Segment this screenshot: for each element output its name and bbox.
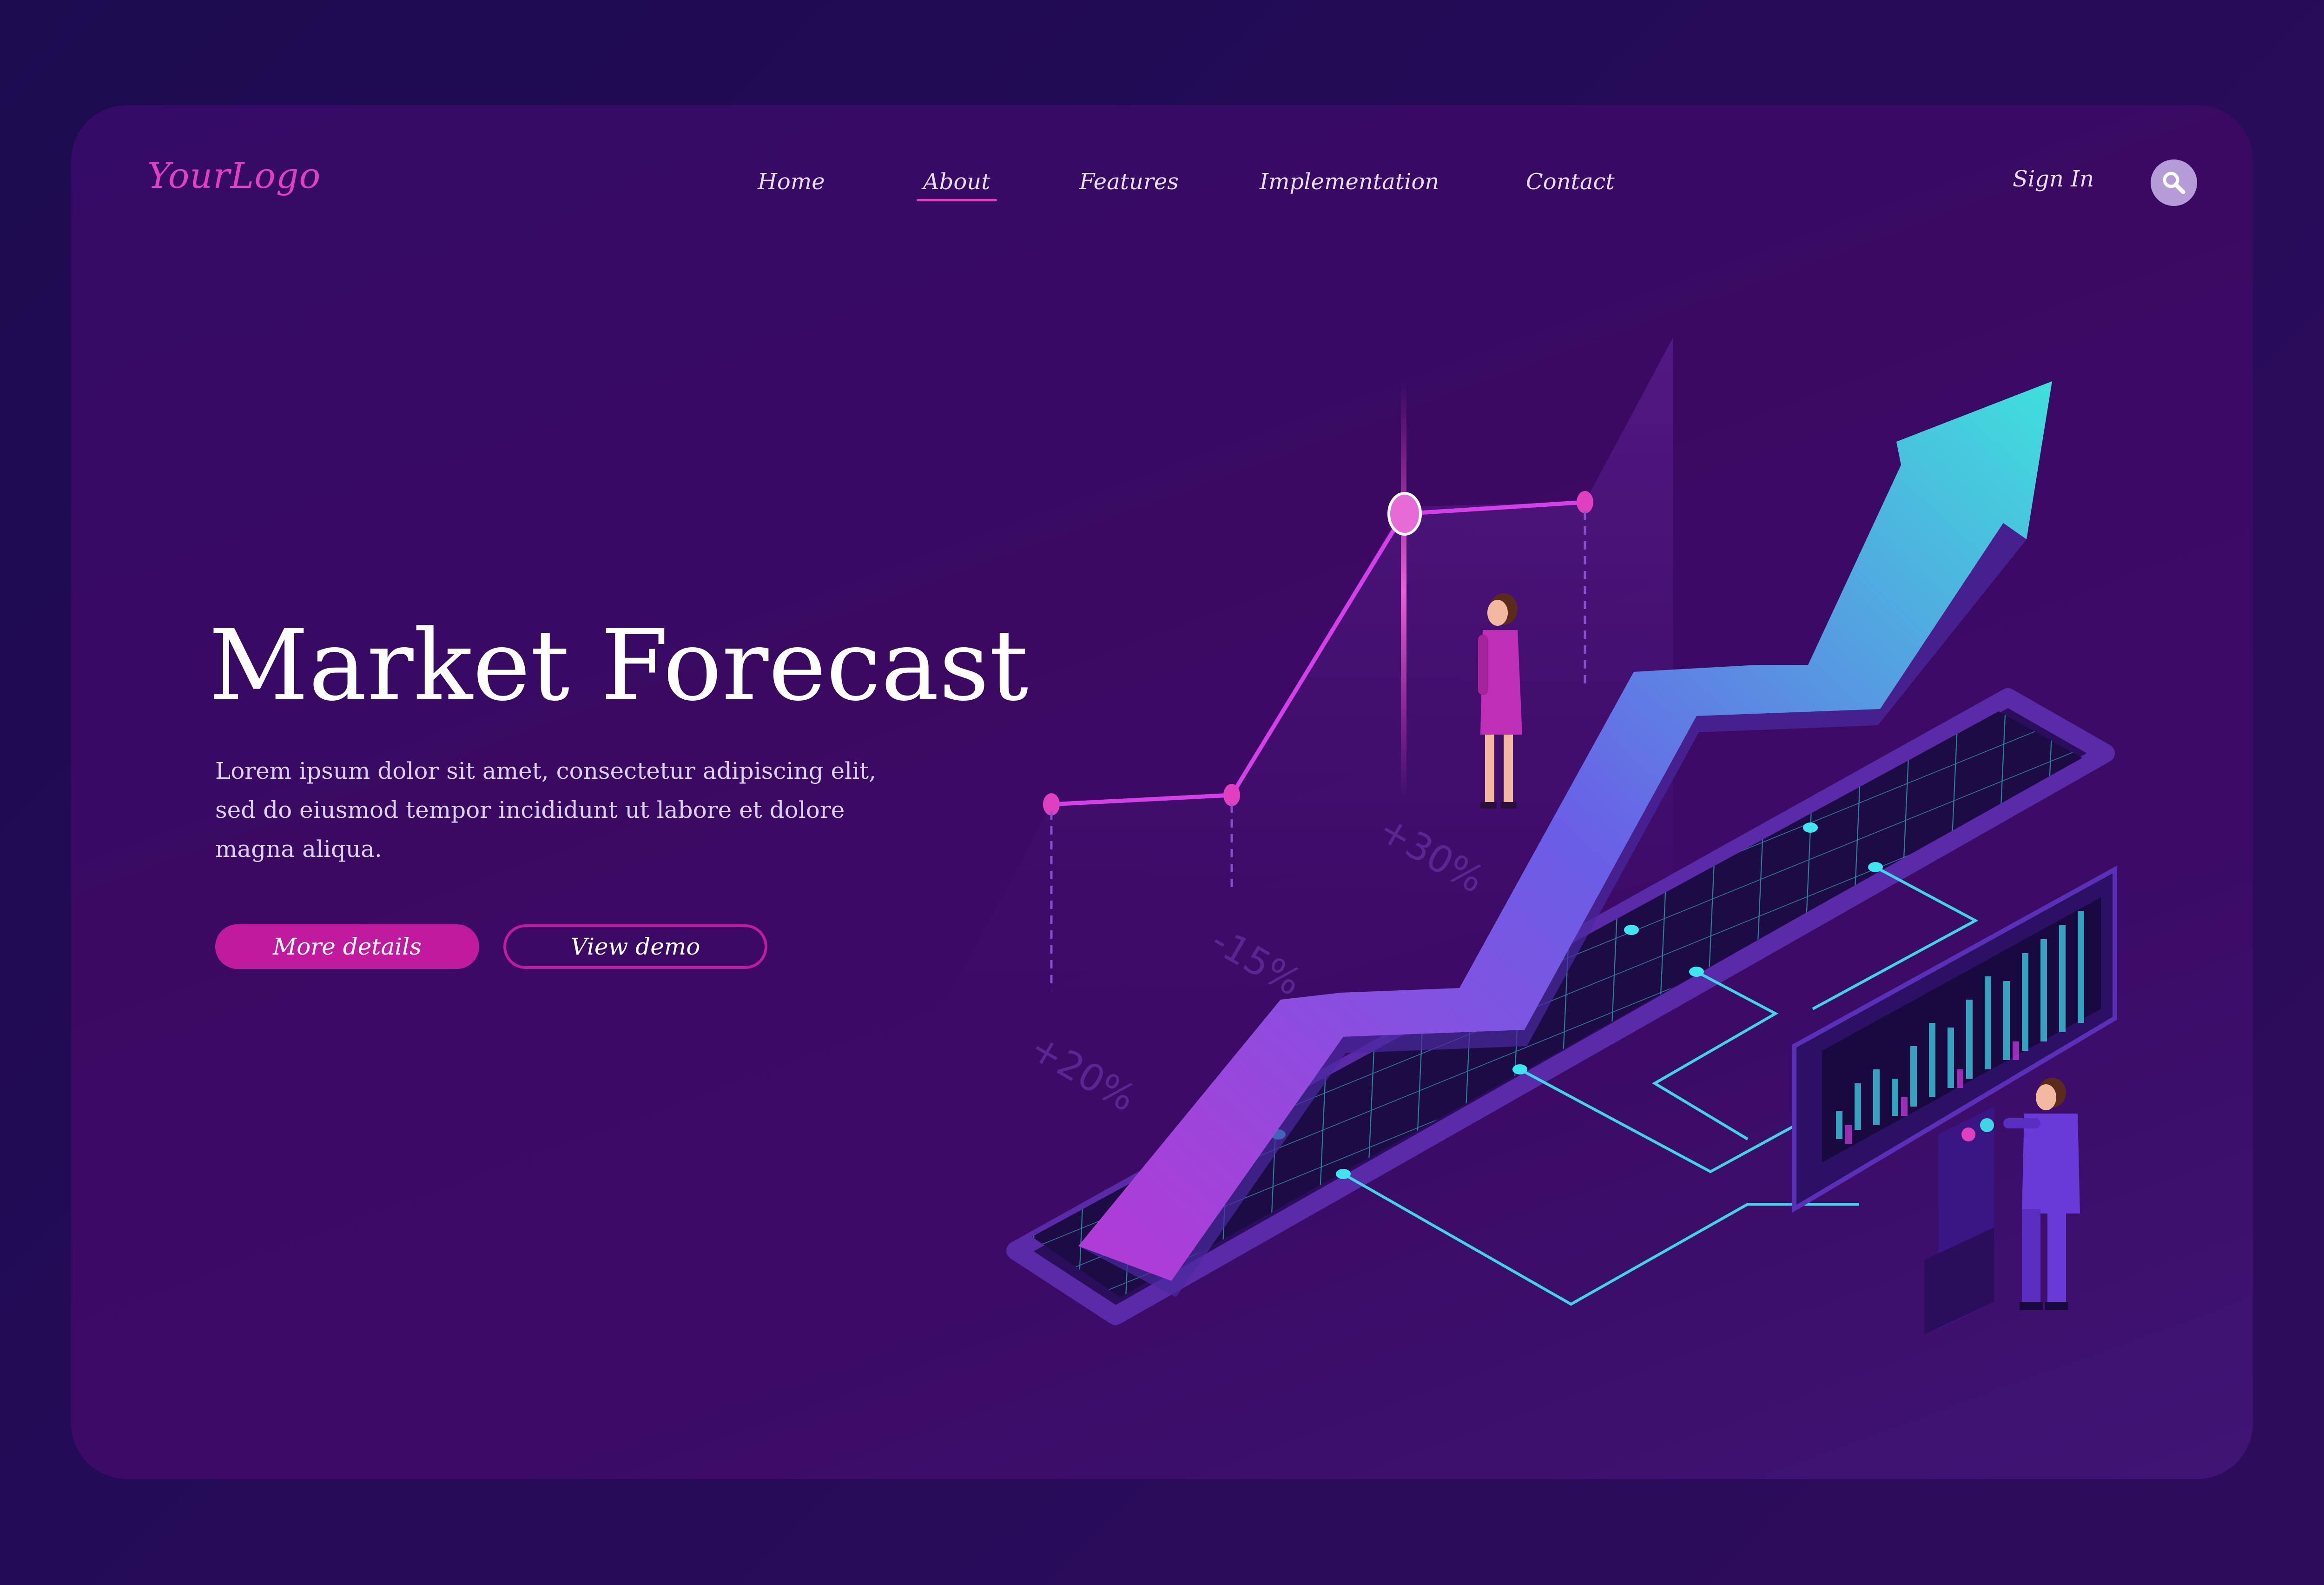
chart-point [1223, 784, 1240, 806]
highlight-beam [1401, 381, 1406, 800]
chart-point-highlight [1387, 492, 1422, 536]
landing-card: YourLogo Home About Features Implementat… [71, 105, 2253, 1479]
control-screen [1792, 865, 2117, 1334]
chart-point [1577, 491, 1593, 513]
market-forecast-illustration: +20% -15% +30% [911, 337, 2117, 1334]
label-plus-20: +20% [1023, 1026, 1143, 1120]
man-figure [2003, 1078, 2080, 1310]
